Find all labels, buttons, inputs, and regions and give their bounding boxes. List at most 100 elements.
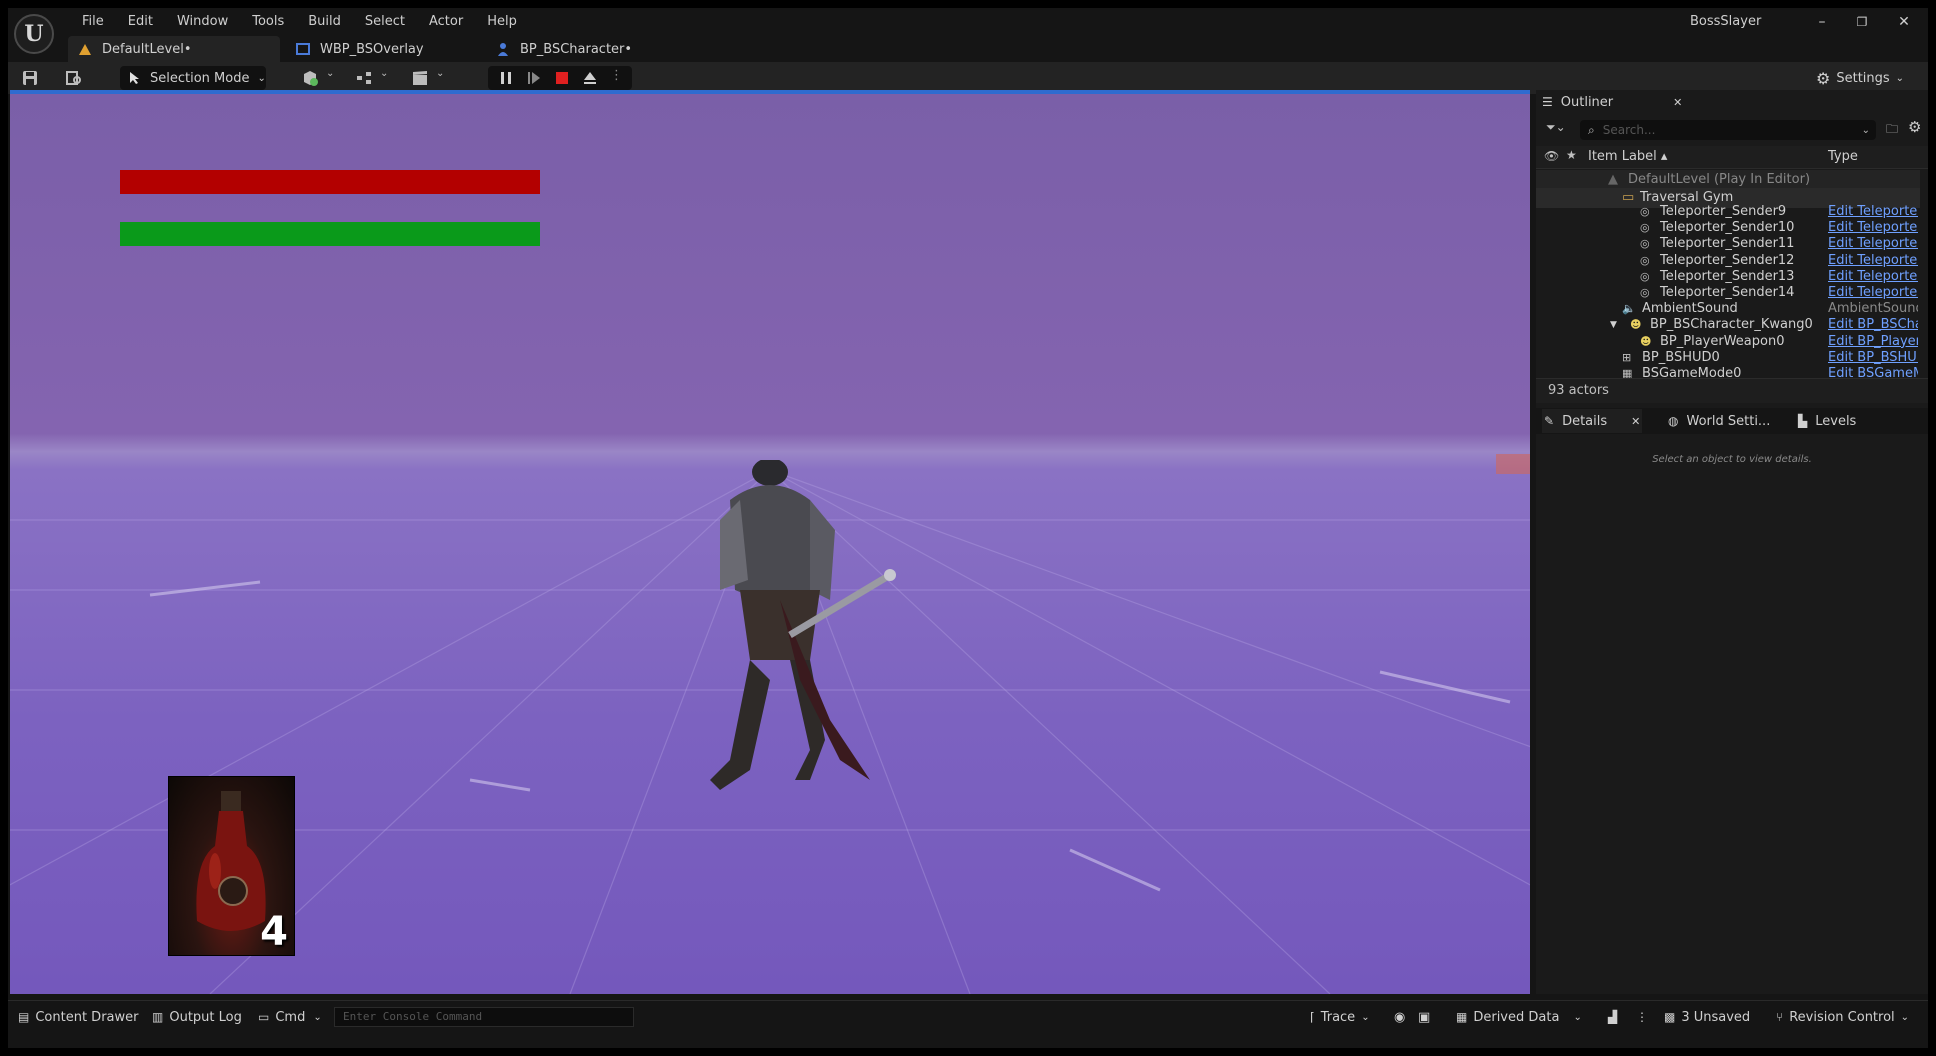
close-icon[interactable]: ✕ — [1673, 96, 1682, 109]
list-item[interactable]: ☻ ▼ BP_BSCharacter_Kwang0 Edit BP_BSCha — [1536, 317, 1920, 333]
menu-actor[interactable]: Actor — [417, 8, 475, 36]
menu-window[interactable]: Window — [165, 8, 240, 36]
row-type-link[interactable]: Edit Teleporter — [1828, 285, 1918, 301]
console-command-input[interactable]: Enter Console Command — [334, 1007, 634, 1027]
record-icon[interactable]: ◉ — [1394, 1001, 1405, 1033]
star-icon[interactable]: ★ — [1566, 148, 1577, 162]
output-log-button[interactable]: ▥ Output Log — [152, 1001, 242, 1033]
blueprint-graph-icon[interactable] — [356, 70, 372, 86]
frame-skip-icon[interactable] — [526, 70, 542, 86]
unreal-logo-icon[interactable]: U — [14, 14, 54, 54]
restore-button[interactable]: ❐ — [1842, 8, 1882, 36]
tab-label: BP_BSCharacter• — [520, 41, 633, 57]
revision-control-button[interactable]: ⑂ Revision Control ⌄ — [1776, 1001, 1909, 1033]
trace-button[interactable]: ⌈ Trace ⌄ — [1310, 1001, 1370, 1033]
tab-world-settings[interactable]: ◍ World Setti... — [1668, 409, 1770, 433]
list-item[interactable]: ◎ Teleporter_Sender13 Edit Teleporter — [1536, 269, 1920, 285]
level-icon — [79, 44, 91, 55]
chevron-down-icon[interactable]: ⌄ — [326, 68, 334, 79]
row-type-link[interactable]: Edit BP_BSCha — [1828, 317, 1918, 333]
chevron-down-icon[interactable]: ⌄ — [380, 68, 388, 79]
trace-icon: ⌈ — [1310, 1010, 1315, 1024]
menu-help[interactable]: Help — [475, 8, 529, 36]
col-type[interactable]: Type — [1828, 149, 1858, 164]
cinematics-icon[interactable] — [412, 70, 428, 86]
row-type-link[interactable]: Edit Teleporter — [1828, 220, 1918, 236]
row-label: Teleporter_Sender14 — [1660, 285, 1795, 300]
content-drawer-button[interactable]: ▤ Content Drawer — [18, 1001, 138, 1033]
col-item-label[interactable]: Item Label ▴ — [1588, 149, 1667, 164]
more-options-icon[interactable]: ⋮ — [1636, 1001, 1648, 1033]
selection-mode-dropdown[interactable]: Selection Mode ⌄ — [120, 66, 266, 90]
branch-icon: ⑂ — [1776, 1010, 1784, 1024]
list-item[interactable]: ◎ Teleporter_Sender12 Edit Teleporter — [1536, 253, 1920, 269]
chevron-down-icon[interactable]: ▼ — [1610, 317, 1617, 333]
close-button[interactable]: ✕ — [1884, 8, 1924, 36]
camera-icon[interactable]: ▣ — [1418, 1001, 1430, 1033]
menu-build[interactable]: Build — [296, 8, 353, 36]
actor-icon: ◎ — [1640, 221, 1650, 235]
list-item[interactable]: ☻ BP_PlayerWeapon0 Edit BP_Player — [1536, 334, 1920, 350]
list-item[interactable]: 🔈 AmbientSound AmbientSound — [1536, 301, 1920, 317]
list-item[interactable]: ▲ DefaultLevel (Play In Editor) — [1536, 170, 1920, 190]
level-viewport[interactable]: 4 — [10, 90, 1530, 994]
tab-wbp-bsoverlay[interactable]: WBP_BSOverlay — [280, 36, 480, 62]
row-type-link[interactable]: Edit Teleporter — [1828, 269, 1918, 285]
filter-icon[interactable]: ⏷⌄ — [1546, 120, 1566, 135]
close-icon[interactable]: ✕ — [1631, 415, 1640, 428]
pause-icon[interactable] — [498, 70, 514, 86]
potion-slot: 4 — [168, 776, 295, 956]
list-item[interactable]: ◎ Teleporter_Sender11 Edit Teleporter — [1536, 236, 1920, 252]
project-name: BossSlayer — [1690, 14, 1762, 29]
tab-defaultlevel[interactable]: DefaultLevel• — [68, 36, 280, 62]
search-placeholder: Search... — [1602, 123, 1656, 137]
pawn-icon: ☻ — [1630, 318, 1642, 332]
window-frame: U File Edit Window Tools Build Select Ac… — [0, 0, 1936, 1056]
chevron-down-icon[interactable]: ⌄ — [436, 68, 444, 79]
eject-icon[interactable] — [582, 70, 598, 86]
tab-details[interactable]: ✎ Details ✕ — [1542, 409, 1642, 433]
tab-bp-bscharacter[interactable]: BP_BSCharacter• — [480, 36, 680, 62]
row-label: BP_BSHUD0 — [1642, 349, 1720, 365]
unsaved-label: 3 Unsaved — [1681, 1009, 1751, 1025]
stop-icon[interactable] — [554, 70, 570, 86]
list-item[interactable]: ⊞ BP_BSHUD0 Edit BP_BSHUI — [1536, 350, 1920, 366]
world-settings-tab-label: World Setti... — [1686, 413, 1771, 429]
tab-levels[interactable]: ▙ Levels — [1798, 409, 1856, 433]
row-type-link[interactable]: Edit Teleporter — [1828, 204, 1918, 220]
browse-icon[interactable] — [66, 70, 82, 86]
content-drawer-icon: ▤ — [18, 1010, 30, 1024]
add-folder-icon[interactable]: 🗀 — [1886, 120, 1898, 141]
unsaved-button[interactable]: ▩ 3 Unsaved — [1664, 1001, 1750, 1033]
add-actor-icon[interactable] — [302, 70, 318, 86]
derived-data-button[interactable]: ▦ Derived Data ⌄ — [1456, 1001, 1582, 1033]
minimize-button[interactable]: – — [1802, 8, 1842, 36]
menu-select[interactable]: Select — [353, 8, 417, 36]
cmd-label: Cmd — [275, 1009, 306, 1025]
row-type-link[interactable]: Edit Teleporter — [1828, 236, 1918, 252]
actor-icon: ◎ — [1640, 205, 1650, 218]
menu-tools[interactable]: Tools — [240, 8, 296, 36]
row-type-link[interactable]: Edit BP_Player — [1828, 334, 1918, 350]
row-label: Teleporter_Sender12 — [1660, 252, 1795, 268]
cmd-dropdown[interactable]: ▭ Cmd ⌄ — [258, 1001, 322, 1033]
more-options-icon[interactable]: ⋮ — [610, 68, 623, 83]
row-label: BP_PlayerWeapon0 — [1660, 333, 1785, 349]
list-item[interactable]: ◎ Teleporter_Sender10 Edit Teleporter — [1536, 220, 1920, 236]
outliner-search-input[interactable]: ⌕ Search... ⌄ — [1580, 120, 1876, 140]
row-type-link[interactable]: Edit BP_BSHUI — [1828, 350, 1918, 366]
row-type-link[interactable]: Edit Teleporter — [1828, 253, 1918, 269]
health-bar — [120, 170, 540, 194]
row-label: AmbientSound — [1642, 301, 1738, 317]
row-label: Teleporter_Sender13 — [1660, 268, 1795, 284]
source-control-icon[interactable]: ▟ — [1608, 1001, 1617, 1033]
menu-edit[interactable]: Edit — [116, 8, 165, 36]
eye-icon[interactable]: 👁 — [1544, 149, 1559, 163]
list-item[interactable]: ◎ Teleporter_Sender14 Edit Teleporter — [1536, 285, 1920, 301]
save-icon[interactable] — [22, 70, 38, 86]
gear-icon[interactable]: ⚙ — [1908, 118, 1921, 136]
tab-outliner[interactable]: ☰ Outliner ✕ — [1542, 90, 1682, 114]
menu-file[interactable]: File — [70, 8, 116, 36]
row-label: Teleporter_Sender9 — [1660, 204, 1787, 219]
list-item[interactable]: ◎ Teleporter_Sender9 Edit Teleporter — [1536, 204, 1920, 220]
